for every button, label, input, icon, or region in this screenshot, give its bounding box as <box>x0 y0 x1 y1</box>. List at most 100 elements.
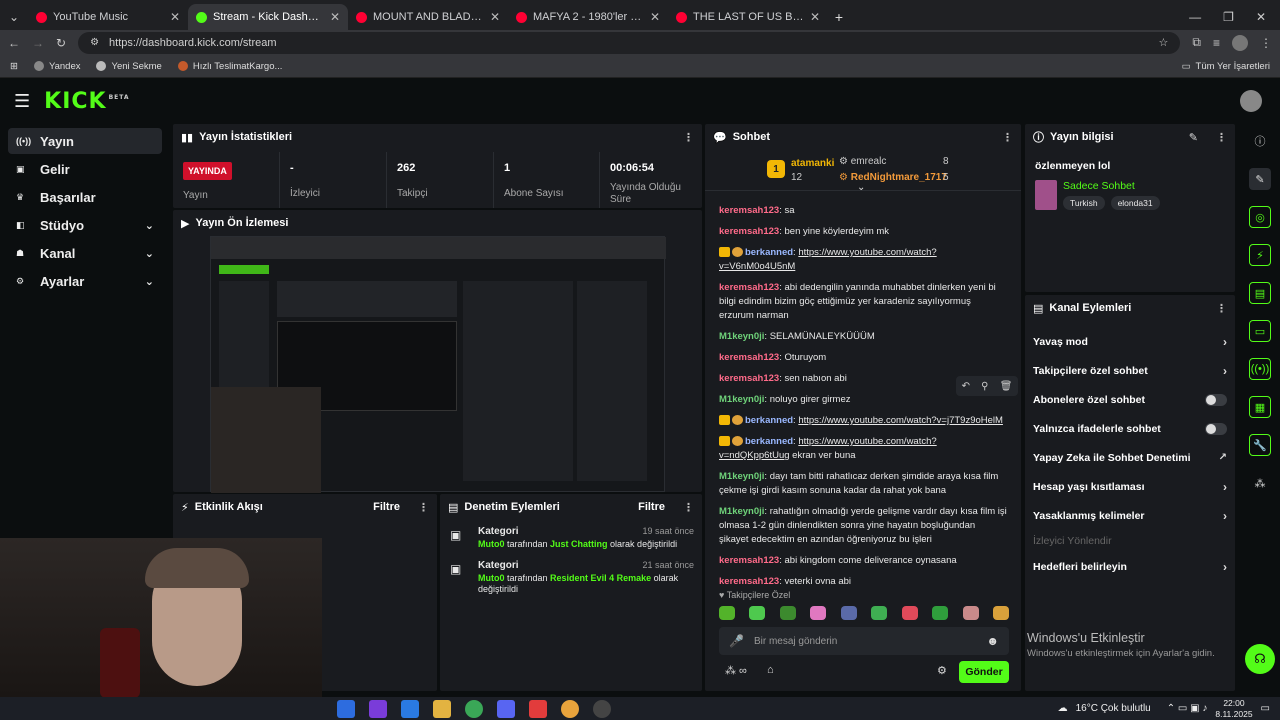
emote[interactable] <box>901 606 918 620</box>
chat-message[interactable]: keremsah123: ben yine köylerdeyim mk <box>705 225 1021 239</box>
target-icon[interactable]: ◎ <box>1249 206 1271 228</box>
emote[interactable] <box>871 606 888 620</box>
sidebar-item[interactable]: ((•)) Yayın <box>8 128 162 154</box>
kick-logo[interactable]: KICK BETA <box>44 89 129 114</box>
browser-tab[interactable]: MOUNT AND BLADE: Warband ✕ <box>348 4 508 30</box>
reload-icon[interactable]: ↻ <box>56 36 66 50</box>
chevron-right-icon[interactable]: › <box>1223 364 1227 378</box>
chat-username[interactable]: keremsah123 <box>719 282 779 293</box>
emoji-icon[interactable]: ☻ <box>986 634 999 648</box>
emote[interactable] <box>840 606 857 620</box>
broadcast-icon[interactable]: ((•)) <box>1249 358 1271 380</box>
url-field[interactable]: ⚙ https://dashboard.kick.com/stream ☆ <box>78 31 1181 54</box>
tag[interactable]: elonda31 <box>1110 196 1160 210</box>
category-name[interactable]: Sadece Sohbet <box>1063 180 1135 192</box>
chat-bubble-icon[interactable]: ▭ <box>1249 320 1271 342</box>
tab-close-icon[interactable]: ✕ <box>170 10 180 24</box>
chevron-down-icon[interactable]: ⌄ <box>145 247 154 260</box>
top-user-1[interactable]: ⚙ emrealc <box>839 156 886 167</box>
emote[interactable] <box>962 606 979 620</box>
chat-username[interactable]: keremsah123 <box>719 373 779 384</box>
chat-message[interactable]: berkanned: https://www.youtube.com/watch… <box>705 414 1021 428</box>
discord-icon[interactable] <box>497 699 515 718</box>
extensions-icon[interactable]: ⧉ <box>1192 35 1201 50</box>
bookmark-new-tab[interactable]: Yeni Sekme <box>96 61 162 72</box>
chat-username[interactable]: keremsah123 <box>719 352 779 363</box>
stream-info-menu-icon[interactable]: ⋮ <box>1216 131 1227 144</box>
chat-message[interactable]: M1keyn0ji: SELAMÜNALEYKÜÜÜM <box>705 330 1021 344</box>
moderation-menu-icon[interactable]: ⋮ <box>683 501 694 514</box>
bolt-icon[interactable]: ⚡ <box>1249 244 1271 266</box>
chat-username[interactable]: berkanned <box>745 247 793 258</box>
sidebar-item[interactable]: ▣ Gelir <box>8 156 162 182</box>
toggle-switch[interactable] <box>1205 422 1227 435</box>
external-link-icon[interactable]: ↗ <box>1219 452 1227 463</box>
new-tab-button[interactable]: + <box>828 4 850 30</box>
points-icon[interactable]: ⁂ ∞ <box>725 664 747 677</box>
toggle-switch[interactable] <box>1205 393 1227 406</box>
tray-icons[interactable]: ⌃ ▭ ▣ ♪ <box>1167 703 1208 714</box>
emote[interactable] <box>810 606 827 620</box>
chat-username[interactable]: M1keyn0ji <box>719 394 764 405</box>
apps-grid-icon[interactable]: ⊞ <box>10 61 18 72</box>
chat-message[interactable]: keremsah123: sa <box>705 204 1021 218</box>
top-user-2[interactable]: ⚙ RedNightmare_1717 <box>839 172 947 183</box>
delete-icon[interactable]: 🗑 <box>1000 381 1013 392</box>
list-icon[interactable]: ▤ <box>1249 282 1271 304</box>
help-headset-icon[interactable]: ☊ <box>1245 644 1275 674</box>
channel-action-item[interactable]: Yasaklanmış kelimeler › <box>1025 501 1235 530</box>
clock[interactable]: 22:00 8.11.2025 <box>1215 698 1252 720</box>
notifications-icon[interactable]: ▭ <box>1261 703 1270 714</box>
channel-actions-menu-icon[interactable]: ⋮ <box>1216 302 1227 315</box>
chat-username[interactable]: keremsah123 <box>719 226 779 237</box>
emote[interactable] <box>749 606 766 620</box>
forward-icon[interactable]: → <box>32 36 44 50</box>
restore-icon[interactable]: ❐ <box>1223 10 1234 24</box>
bookmark-yandex[interactable]: Yandex <box>33 61 80 72</box>
bookmark-star-icon[interactable]: ☆ <box>1159 36 1169 49</box>
chat-username[interactable]: keremsah123 <box>719 555 779 566</box>
bookmark-kargo[interactable]: Hızlı TeslimatKargo... <box>177 61 282 72</box>
channel-action-item[interactable]: Hedefleri belirleyin › <box>1025 552 1235 581</box>
chat-message[interactable]: keremsah123: abi kingdom come deliveranc… <box>705 554 1021 568</box>
sidebar-item[interactable]: ☗ Kanal ⌄ <box>8 240 162 266</box>
close-window-icon[interactable]: ✕ <box>1256 10 1266 24</box>
tab-close-icon[interactable]: ✕ <box>490 10 500 24</box>
chat-menu-icon[interactable]: ⋮ <box>1002 131 1013 144</box>
chat-message[interactable]: M1keyn0ji: dayı tam bitti rahatlıcaz der… <box>705 470 1021 498</box>
app-w-icon[interactable] <box>529 699 547 718</box>
start-icon[interactable] <box>337 699 355 718</box>
profile-avatar[interactable] <box>1232 34 1248 51</box>
sidebar-item[interactable]: ♛ Başarılar <box>8 184 162 210</box>
chat-link[interactable]: https://www.youtube.com/watch?v=j7T9z9oH… <box>798 415 1003 426</box>
reply-icon[interactable]: ↶ <box>962 381 970 392</box>
chat-message[interactable]: berkanned: https://www.youtube.com/watch… <box>705 246 1021 274</box>
send-button[interactable]: Gönder <box>959 661 1009 683</box>
channel-action-item[interactable]: Yavaş mod › <box>1025 327 1235 356</box>
chat-username[interactable]: M1keyn0ji <box>719 506 764 517</box>
gift-icon[interactable]: ⌂ <box>767 664 774 676</box>
browser-tab[interactable]: MAFYA 2 - 1980'ler Canlı Aksiyon ✕ <box>508 4 668 30</box>
chat-username[interactable]: berkanned <box>745 436 793 447</box>
tab-close-icon[interactable]: ✕ <box>810 10 820 24</box>
chevron-down-icon[interactable]: ⌄ <box>145 219 154 232</box>
emote[interactable] <box>779 606 796 620</box>
moderator-name[interactable]: Muto0 <box>478 573 505 583</box>
browser-tab[interactable]: Stream - Kick Dashboard ✕ <box>188 4 348 30</box>
chat-username[interactable]: M1keyn0ji <box>719 471 764 482</box>
moderator-name[interactable]: Muto0 <box>478 539 505 549</box>
chat-settings-icon[interactable]: ⚙ <box>937 664 947 677</box>
chevron-right-icon[interactable]: › <box>1223 509 1227 523</box>
chat-username[interactable]: M1keyn0ji <box>719 331 764 342</box>
chrome-2-icon[interactable] <box>561 699 579 718</box>
explorer-icon[interactable] <box>433 699 451 718</box>
browser-tab[interactable]: THE LAST OF US Bölüm II - 198 ✕ <box>668 4 828 30</box>
chevron-right-icon[interactable]: › <box>1223 560 1227 574</box>
activity-menu-icon[interactable]: ⋮ <box>418 501 429 514</box>
minimize-icon[interactable]: — <box>1189 10 1201 24</box>
stream-preview-video[interactable] <box>210 236 666 493</box>
user-avatar[interactable] <box>1240 90 1262 112</box>
tab-search-icon[interactable]: ⌄ <box>0 4 28 30</box>
chat-username[interactable]: keremsah123 <box>719 576 779 584</box>
emote[interactable] <box>719 606 735 620</box>
